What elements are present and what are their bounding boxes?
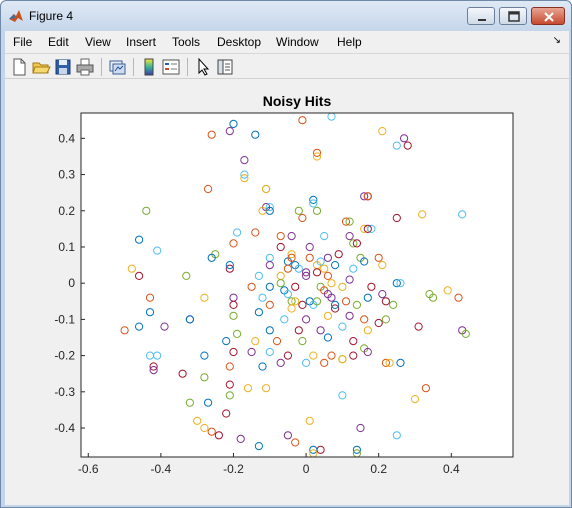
toolbar-separator [133,58,134,76]
menu-edit[interactable]: Edit [48,35,69,49]
insert-colorbar-icon[interactable] [139,57,159,77]
window-title: Figure 4 [29,9,74,23]
new-figure-icon[interactable] [9,57,29,77]
menu-insert[interactable]: Insert [126,35,156,49]
toolbar-separator [101,58,102,76]
title-bar[interactable]: Figure 4 [1,1,571,31]
x-tick-label: -0.2 [223,462,244,476]
y-tick-label: -0.3 [54,385,75,399]
insert-legend-icon[interactable] [161,57,181,77]
close-button[interactable] [531,7,565,25]
plot-browser-icon[interactable] [215,57,235,77]
figure-toolbar [5,53,569,79]
scatter-plot: Noisy Hits -0.6 -0.4 -0.2 0 0.2 0.4 0.4 0.3 0.2 0… [54,93,514,476]
y-tick-label: 0 [68,276,75,290]
maximize-icon [508,11,520,22]
pointer-icon[interactable] [193,57,213,77]
figure-window: Figure 4 File Edit View Insert Tools Des… [0,0,572,508]
minimize-button[interactable] [467,7,495,25]
menu-help[interactable]: Help [337,35,362,49]
menu-file[interactable]: File [13,35,32,49]
print-icon[interactable] [75,57,95,77]
y-tick-label: 0.1 [58,240,75,254]
close-icon [544,12,554,22]
x-tick-label: -0.6 [78,462,99,476]
open-file-icon[interactable] [31,57,51,77]
matlab-logo-icon [9,10,23,22]
y-tick-label: -0.4 [54,421,75,435]
menu-bar: File Edit View Insert Tools Desktop Wind… [5,31,569,53]
chart-title: Noisy Hits [263,93,332,109]
menu-overflow-icon[interactable]: ↘ [553,35,561,46]
x-tick-label: 0 [303,462,310,476]
menu-tools[interactable]: Tools [172,35,200,49]
y-tick-label: -0.1 [54,312,75,326]
y-tick-label: 0.4 [58,131,75,145]
x-tick-label: 0.4 [443,462,460,476]
axes-area[interactable] [81,113,513,457]
figure-canvas: Noisy Hits -0.6 -0.4 -0.2 0 0.2 0.4 0.4 0.3 0.2 0… [5,79,569,505]
x-tick-label: 0.2 [370,462,387,476]
y-tick-label: 0.2 [58,204,75,218]
y-tick-label: -0.2 [54,349,75,363]
link-plot-icon[interactable] [107,57,127,77]
save-icon[interactable] [53,57,73,77]
y-tick-label: 0.3 [58,168,75,182]
toolbar-separator [187,58,188,76]
maximize-button[interactable] [499,7,527,25]
x-tick-label: -0.4 [151,462,172,476]
menu-view[interactable]: View [85,35,111,49]
minimize-icon [478,19,486,21]
menu-desktop[interactable]: Desktop [217,35,261,49]
menu-window[interactable]: Window [276,35,319,49]
